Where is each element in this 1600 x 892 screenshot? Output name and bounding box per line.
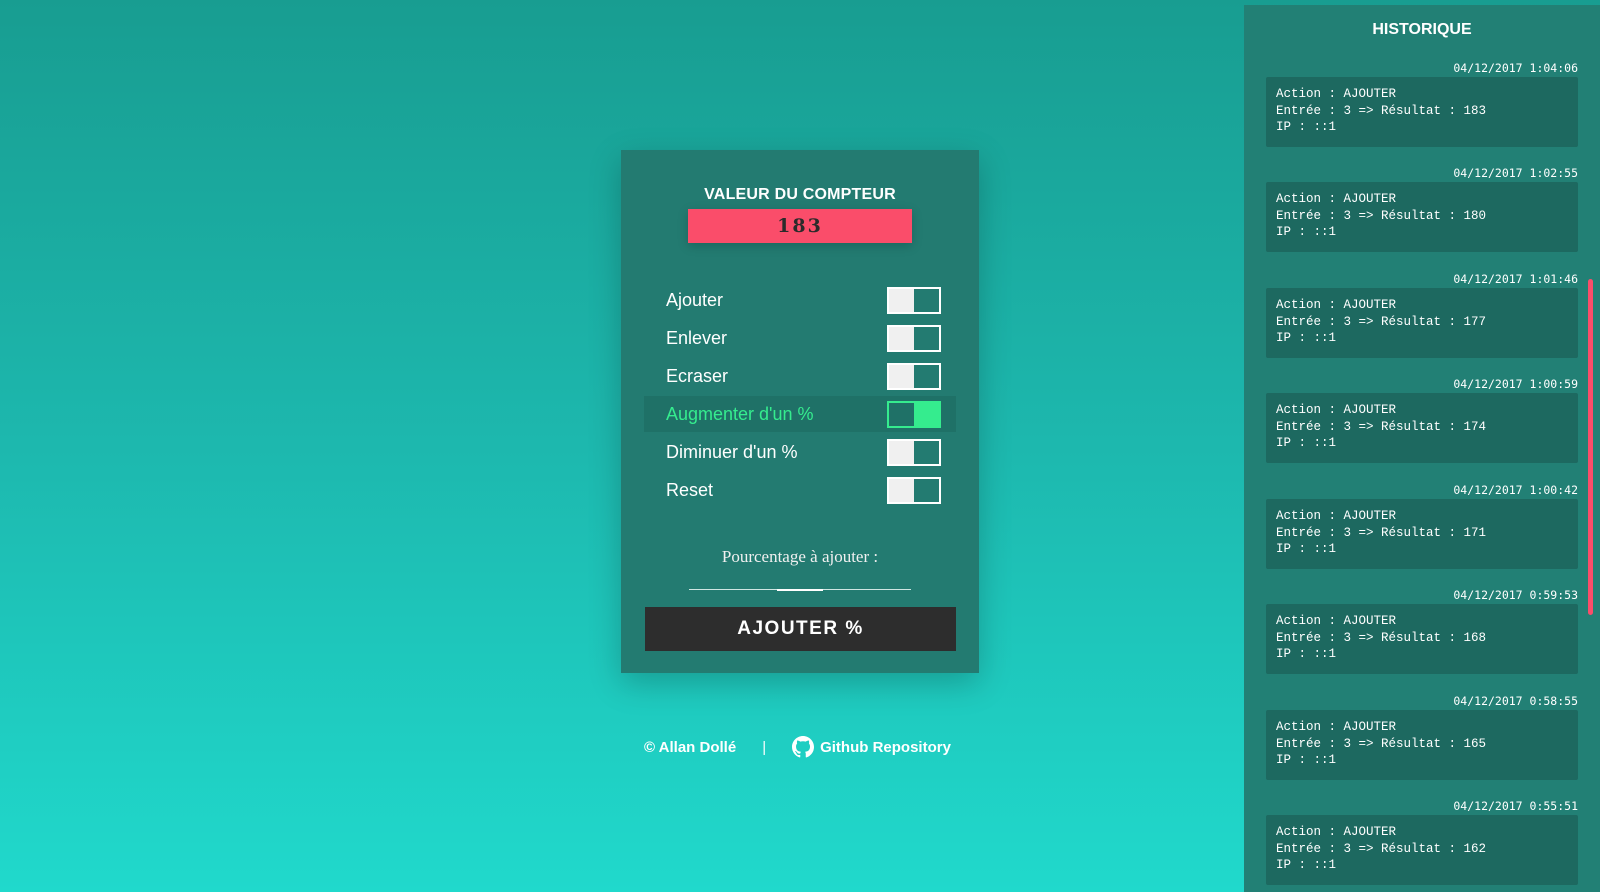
history-entry: 04/12/2017 1:00:42 Action : AJOUTER Entré… xyxy=(1266,483,1578,569)
entry-detail: Entrée : 3 => Résultat : 174 xyxy=(1276,419,1487,434)
option-label: Ajouter xyxy=(666,289,724,310)
counter-title: VALEUR DU COMPTEUR xyxy=(704,186,896,203)
entry-action: Action : AJOUTER xyxy=(1276,403,1397,417)
entry-action: Action : AJOUTER xyxy=(1276,825,1397,839)
history-entry: 04/12/2017 0:58:55 Action : AJOUTER Entré… xyxy=(1266,694,1578,780)
option-ajouter[interactable]: Ajouter xyxy=(644,282,956,318)
entry-detail: Entrée : 3 => Résultat : 177 xyxy=(1276,314,1487,329)
entry-box: Action : AJOUTER Entrée : 3 => Résultat :… xyxy=(1266,288,1578,358)
copyright-text: © Allan Dollé xyxy=(644,738,737,756)
options-list: Ajouter Enlever Ecraser Augmenter d'un %… xyxy=(644,282,956,510)
toggle-knob xyxy=(889,327,914,350)
entry-timestamp: 04/12/2017 1:00:59 xyxy=(1453,377,1578,391)
history-entry: 04/12/2017 1:02:55 Action : AJOUTER Entré… xyxy=(1266,166,1578,252)
counter-card: VALEUR DU COMPTEUR 183 Ajouter Enlever E… xyxy=(621,150,979,673)
entry-action: Action : AJOUTER xyxy=(1276,509,1397,523)
option-ecraser[interactable]: Ecraser xyxy=(644,358,956,394)
history-entry: 04/12/2017 0:59:53 Action : AJOUTER Entré… xyxy=(1266,588,1578,674)
entry-action: Action : AJOUTER xyxy=(1276,192,1397,206)
footer-separator: | xyxy=(762,738,767,756)
entry-box: Action : AJOUTER Entrée : 3 => Résultat :… xyxy=(1266,604,1578,674)
toggle-knob xyxy=(889,479,914,502)
toggle-knob xyxy=(889,441,914,464)
entry-action: Action : AJOUTER xyxy=(1276,87,1397,101)
history-entry: 04/12/2017 0:55:51 Action : AJOUTER Entré… xyxy=(1266,799,1578,885)
entry-detail: Entrée : 3 => Résultat : 183 xyxy=(1276,103,1487,118)
toggle-switch[interactable] xyxy=(887,325,941,352)
option-reset[interactable]: Reset xyxy=(644,472,956,508)
entry-detail: Entrée : 3 => Résultat : 165 xyxy=(1276,736,1487,751)
entry-ip: IP : ::1 xyxy=(1276,647,1337,661)
footer: © Allan Dollé | Github Repository xyxy=(644,736,951,758)
entry-ip: IP : ::1 xyxy=(1276,753,1337,767)
option-label: Reset xyxy=(666,479,714,500)
entry-timestamp: 04/12/2017 0:55:51 xyxy=(1453,799,1578,813)
option-augmenter-pourcent[interactable]: Augmenter d'un % xyxy=(644,396,956,432)
input-focus-indicator xyxy=(777,589,823,591)
entry-timestamp: 04/12/2017 1:02:55 xyxy=(1453,166,1578,180)
toggle-switch[interactable] xyxy=(887,439,941,466)
github-label: Github Repository xyxy=(820,738,951,756)
github-link[interactable]: Github Repository xyxy=(792,736,951,758)
entry-timestamp: 04/12/2017 1:01:46 xyxy=(1453,272,1578,286)
entry-action: Action : AJOUTER xyxy=(1276,720,1397,734)
option-label: Ecraser xyxy=(666,365,729,386)
entry-action: Action : AJOUTER xyxy=(1276,298,1397,312)
history-title: HISTORIQUE xyxy=(1372,21,1472,38)
entry-box: Action : AJOUTER Entrée : 3 => Résultat :… xyxy=(1266,710,1578,780)
toggle-switch[interactable] xyxy=(887,477,941,504)
history-entry: 04/12/2017 1:04:06 Action : AJOUTER Entré… xyxy=(1266,61,1578,147)
toggle-switch[interactable] xyxy=(887,287,941,314)
option-label: Augmenter d'un % xyxy=(666,403,814,424)
entry-detail: Entrée : 3 => Résultat : 171 xyxy=(1276,525,1487,540)
entry-ip: IP : ::1 xyxy=(1276,225,1337,239)
option-enlever[interactable]: Enlever xyxy=(644,320,956,356)
toggle-knob xyxy=(914,403,939,426)
history-entry: 04/12/2017 1:01:46 Action : AJOUTER Entré… xyxy=(1266,272,1578,358)
github-icon xyxy=(792,736,815,758)
counter-value: 183 xyxy=(688,209,912,243)
entry-detail: Entrée : 3 => Résultat : 162 xyxy=(1276,841,1487,856)
entry-timestamp: 04/12/2017 1:04:06 xyxy=(1453,61,1578,75)
toggle-switch[interactable] xyxy=(887,401,941,428)
percentage-input[interactable] xyxy=(689,562,911,590)
entry-timestamp: 04/12/2017 0:59:53 xyxy=(1453,588,1578,602)
history-entry: 04/12/2017 1:00:59 Action : AJOUTER Entré… xyxy=(1266,377,1578,463)
entry-box: Action : AJOUTER Entrée : 3 => Résultat :… xyxy=(1266,77,1578,147)
option-label: Diminuer d'un % xyxy=(666,441,798,462)
history-scrollbar[interactable] xyxy=(1588,279,1593,615)
entry-box: Action : AJOUTER Entrée : 3 => Résultat :… xyxy=(1266,499,1578,569)
toggle-knob xyxy=(889,289,914,312)
entry-box: Action : AJOUTER Entrée : 3 => Résultat :… xyxy=(1266,393,1578,463)
entry-ip: IP : ::1 xyxy=(1276,542,1337,556)
toggle-switch[interactable] xyxy=(887,363,941,390)
entry-ip: IP : ::1 xyxy=(1276,331,1337,345)
entry-ip: IP : ::1 xyxy=(1276,436,1337,450)
entry-timestamp: 04/12/2017 1:00:42 xyxy=(1453,483,1578,497)
entry-ip: IP : ::1 xyxy=(1276,858,1337,872)
entry-action: Action : AJOUTER xyxy=(1276,614,1397,628)
entry-box: Action : AJOUTER Entrée : 3 => Résultat :… xyxy=(1266,182,1578,252)
entry-detail: Entrée : 3 => Résultat : 180 xyxy=(1276,208,1487,223)
history-panel: HISTORIQUE 04/12/2017 1:04:06 Action : A… xyxy=(1244,5,1600,892)
entry-box: Action : AJOUTER Entrée : 3 => Résultat :… xyxy=(1266,815,1578,885)
toggle-knob xyxy=(889,365,914,388)
entry-ip: IP : ::1 xyxy=(1276,120,1337,134)
option-label: Enlever xyxy=(666,327,728,348)
entry-detail: Entrée : 3 => Résultat : 168 xyxy=(1276,630,1487,645)
submit-button[interactable]: AJOUTER % xyxy=(645,607,956,651)
option-diminuer-pourcent[interactable]: Diminuer d'un % xyxy=(644,434,956,470)
entry-timestamp: 04/12/2017 0:58:55 xyxy=(1453,694,1578,708)
